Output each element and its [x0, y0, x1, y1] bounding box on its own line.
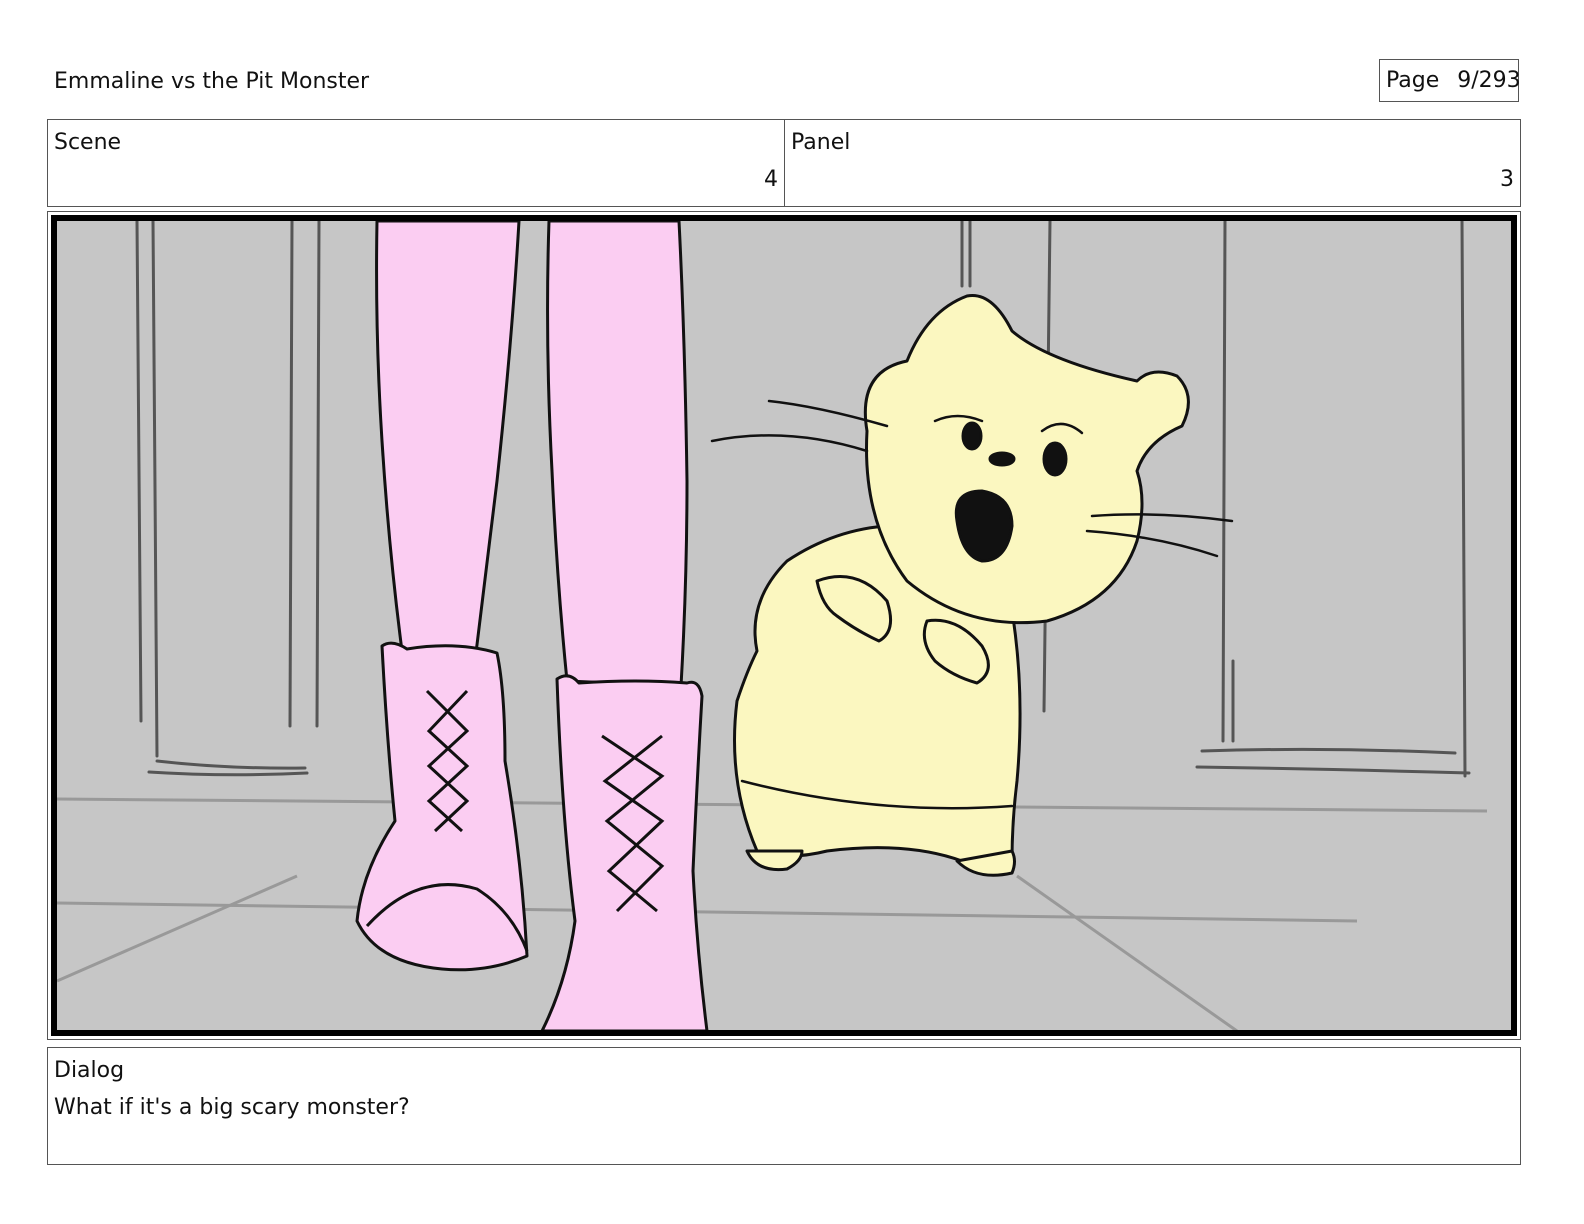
page-indicator: Page 9/293 — [1379, 59, 1521, 102]
panel-value: 3 — [1500, 167, 1514, 192]
panel-label: Panel — [791, 130, 851, 155]
yellow-hamster — [733, 293, 1190, 877]
storyboard-page: Emmaline vs the Pit Monster Page 9/293 S… — [0, 0, 1584, 1224]
dialog-text: What if it's a big scary monster? — [54, 1095, 410, 1120]
scene-cell: Scene 4 — [48, 120, 785, 206]
storyboard-frame — [47, 211, 1521, 1040]
panel-cell: Panel 3 — [785, 120, 1520, 206]
scene-illustration — [57, 221, 1488, 1030]
page-number: 9/293 — [1457, 68, 1521, 93]
dialog-label: Dialog — [54, 1058, 125, 1083]
document-title: Emmaline vs the Pit Monster — [54, 69, 370, 94]
scene-panel-row: Scene 4 Panel 3 — [47, 119, 1521, 207]
dialog-box: Dialog What if it's a big scary monster? — [47, 1047, 1521, 1165]
storyboard-image — [51, 215, 1517, 1036]
scene-value: 4 — [764, 167, 778, 192]
page-label: Page — [1386, 68, 1440, 93]
scene-label: Scene — [54, 130, 122, 155]
